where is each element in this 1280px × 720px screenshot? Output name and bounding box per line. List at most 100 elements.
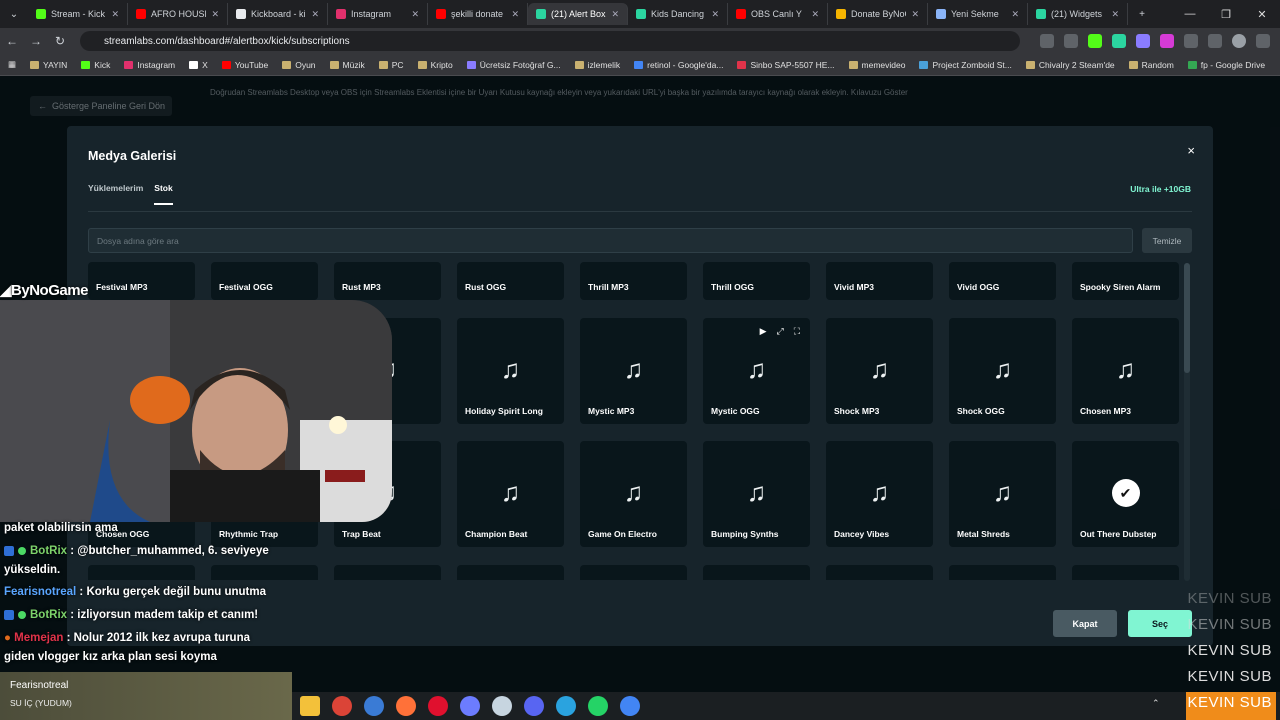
media-card[interactable] (1072, 565, 1179, 580)
browser-tab[interactable]: Yeni Sekme ✕ (928, 3, 1028, 25)
ultra-storage-link[interactable]: Ultra ile +10GB (1130, 184, 1191, 194)
media-card[interactable]: ♫ Shock OGG (949, 318, 1056, 424)
browser-tab[interactable]: Donate ByNoG ✕ (828, 3, 928, 25)
bookmark-item[interactable]: Müzik (329, 60, 365, 70)
tab-search-icon[interactable]: ⌄ (0, 0, 28, 28)
browser-tab[interactable]: (21) Widgets ✕ (1028, 3, 1128, 25)
tab-close-icon[interactable]: ✕ (411, 9, 419, 20)
restore-icon[interactable]: ❐ (1208, 0, 1244, 28)
media-card[interactable]: Spooky Siren Alarm (1072, 262, 1179, 300)
media-card[interactable]: ♫ ▶ ⤢ ⛶ Mystic OGG (703, 318, 810, 424)
media-card[interactable]: ♫ Chosen MP3 (1072, 318, 1179, 424)
extension-icon[interactable] (1160, 34, 1174, 48)
minimize-icon[interactable]: — (1172, 0, 1208, 28)
media-card[interactable]: ♫ Shock MP3 (826, 318, 933, 424)
tab-close-icon[interactable]: ✕ (111, 9, 119, 20)
media-card[interactable]: Rust OGG (457, 262, 564, 300)
close-button[interactable]: Kapat (1053, 610, 1117, 637)
steam-icon[interactable] (492, 696, 512, 716)
fullscreen-icon[interactable]: ⛶ (794, 326, 800, 337)
new-tab-button[interactable]: + (1128, 0, 1156, 28)
bookmark-item[interactable]: Instagram (124, 60, 175, 70)
bookmark-item[interactable]: Oyun (282, 60, 316, 70)
media-card[interactable] (826, 565, 933, 580)
puzzle-icon[interactable] (1184, 34, 1198, 48)
browser-tab[interactable]: AFRO HOUSE ✕ (128, 3, 228, 25)
media-card[interactable]: Rust MP3 (334, 262, 441, 300)
firefox-icon[interactable] (396, 696, 416, 716)
media-card[interactable]: ♫ Metal Shreds (949, 441, 1056, 547)
extension-icon[interactable] (1136, 34, 1150, 48)
bookmark-item[interactable]: Ücretsiz Fotoğraf G... (466, 60, 561, 70)
media-card[interactable] (949, 565, 1056, 580)
media-card[interactable]: ♫ Game On Electro (580, 441, 687, 547)
app-icon[interactable] (364, 696, 384, 716)
translate-icon[interactable] (1040, 34, 1054, 48)
app-icon[interactable] (460, 696, 480, 716)
tab-stock[interactable]: Stok (154, 183, 173, 205)
tab-uploads[interactable]: Yüklemelerim (88, 183, 143, 205)
bookmark-item[interactable]: fp - Google Drive (1187, 60, 1265, 70)
media-card[interactable]: Vivid OGG (949, 262, 1056, 300)
browser-tab[interactable]: OBS Canlı Y ✕ (728, 3, 828, 25)
bookmark-item[interactable]: Project Zomboid St... (919, 60, 1012, 70)
tab-close-icon[interactable]: ✕ (211, 9, 219, 20)
search-input[interactable]: Dosya adına göre ara (88, 228, 1133, 253)
media-card[interactable] (334, 565, 441, 580)
browser-tab[interactable]: Kickboard - ki ✕ (228, 3, 328, 25)
clear-button[interactable]: Temizle (1142, 228, 1192, 253)
extension-icon[interactable] (1088, 34, 1102, 48)
media-card[interactable]: ♫ Champion Beat (457, 441, 564, 547)
media-card[interactable]: ♫ Dancey Vibes (826, 441, 933, 547)
media-card[interactable]: Thrill MP3 (580, 262, 687, 300)
profile-avatar[interactable] (1232, 34, 1246, 48)
bookmark-item[interactable]: izlemelik (574, 60, 620, 70)
bookmark-item[interactable]: Sinbo SAP-5507 HE... (737, 60, 835, 70)
media-card[interactable]: Vivid MP3 (826, 262, 933, 300)
chrome-active-icon[interactable] (620, 696, 640, 716)
expand-icon[interactable]: ⤢ (776, 326, 783, 337)
tab-close-icon[interactable]: ✕ (1011, 9, 1019, 20)
forward-icon[interactable]: → (24, 34, 48, 48)
discord-icon[interactable] (524, 696, 544, 716)
menu-icon[interactable] (1256, 34, 1270, 48)
bookmark-item[interactable]: memevideo (848, 60, 905, 70)
bookmark-item[interactable]: YAYIN (30, 60, 67, 70)
tab-close-icon[interactable]: ✕ (1111, 9, 1119, 20)
whatsapp-icon[interactable] (588, 696, 608, 716)
media-card[interactable] (457, 565, 564, 580)
media-card[interactable]: Festival OGG (211, 262, 318, 300)
media-card[interactable]: ♫ Mystic MP3 (580, 318, 687, 424)
tab-close-icon[interactable]: ✕ (911, 9, 919, 20)
tab-close-icon[interactable]: ✕ (711, 9, 719, 20)
media-card[interactable] (703, 565, 810, 580)
bookmark-item[interactable]: YouTube (221, 60, 268, 70)
chevron-up-icon[interactable]: ⌃ (1152, 698, 1160, 709)
bookmark-item[interactable]: Kripto (417, 60, 453, 70)
bookmark-item[interactable]: Kick (81, 60, 110, 70)
media-card[interactable]: Festival MP3 (88, 262, 195, 300)
browser-tab[interactable]: şekilli donate ✕ (428, 3, 528, 25)
bookmark-item[interactable]: Chivalry 2 Steam'de (1025, 60, 1115, 70)
tab-close-icon[interactable]: ✕ (511, 9, 519, 20)
media-card[interactable]: ♫ Holiday Spirit Long (457, 318, 564, 424)
play-icon[interactable]: ▶ (760, 326, 767, 337)
bookmark-item[interactable]: Random (1128, 60, 1174, 70)
bookmark-item[interactable]: X (189, 60, 208, 70)
media-card[interactable]: ✔ Out There Dubstep (1072, 441, 1179, 547)
select-button[interactable]: Seç (1128, 610, 1192, 637)
reload-icon[interactable]: ↻ (48, 34, 72, 48)
close-window-icon[interactable]: ✕ (1244, 0, 1280, 28)
download-icon[interactable] (1208, 34, 1222, 48)
tab-close-icon[interactable]: ✕ (611, 9, 619, 20)
opera-icon[interactable] (428, 696, 448, 716)
scrollbar[interactable] (1184, 263, 1190, 581)
apps-icon[interactable]: ▦ (8, 59, 16, 70)
bookmark-item[interactable]: retinol - Google'da... (634, 60, 723, 70)
extension-icon[interactable] (1112, 34, 1126, 48)
media-card[interactable] (88, 565, 195, 580)
url-field[interactable]: streamlabs.com/dashboard#/alertbox/kick/… (80, 31, 1020, 51)
media-card[interactable]: Thrill OGG (703, 262, 810, 300)
bookmark-item[interactable]: PC (378, 60, 404, 70)
media-card[interactable]: ♫ Bumping Synths (703, 441, 810, 547)
